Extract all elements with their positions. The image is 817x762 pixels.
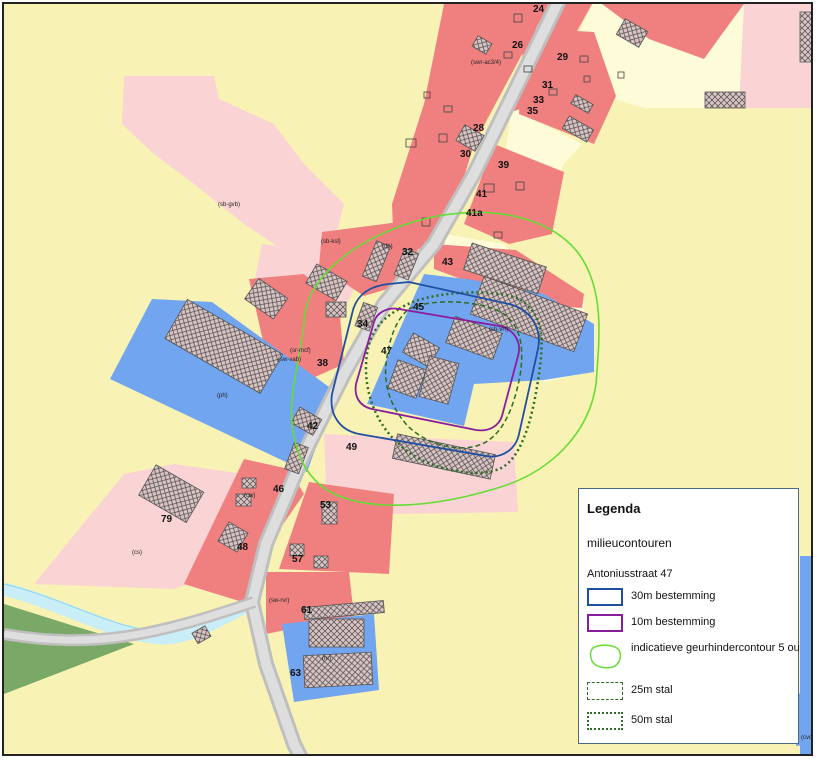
zone-code-label: (sw-rvr) <box>269 598 289 604</box>
zone-code-label: (hr) <box>322 656 331 662</box>
legend-label-odor: indicatieve geurhindercontour 5 ou <box>631 642 800 654</box>
legend-title: Legenda <box>587 501 641 516</box>
house-number-label: 57 <box>292 554 304 565</box>
house-number-label: 24 <box>533 4 545 15</box>
house-number-label: 33 <box>533 95 545 106</box>
house-number-label: 29 <box>557 52 569 63</box>
zone-code-label: (sb-vrf) <box>489 327 508 333</box>
legend-label-25m: 25m stal <box>631 684 673 696</box>
house-number-label: 31 <box>542 80 554 91</box>
zone-code-label: (cvc) <box>801 735 813 741</box>
zone-code-label: (sr-mcf) <box>290 348 311 354</box>
legend-swatch-25m <box>587 682 623 700</box>
house-number-label: 41a <box>466 208 483 219</box>
house-number-label: 39 <box>498 160 510 171</box>
house-number-label: 61 <box>301 605 313 616</box>
house-number-label: 30 <box>460 149 472 160</box>
house-number-label: 48 <box>237 542 249 553</box>
legend-swatch-30m <box>587 588 623 606</box>
house-number-label: 63 <box>290 668 302 679</box>
house-number-label: 32 <box>402 247 414 258</box>
legend-label-30m: 30m bestemming <box>631 590 716 602</box>
zone-code-label: (ph) <box>217 393 228 399</box>
legend-label-50m: 50m stal <box>631 714 673 726</box>
house-number-label: 42 <box>307 421 319 432</box>
house-number-label: 35 <box>527 106 539 117</box>
zone-code-label: (sw-vab) <box>278 357 301 363</box>
house-number-label: 41 <box>476 189 488 200</box>
house-number-label: 43 <box>442 257 454 268</box>
house-number-label: 79 <box>161 514 173 525</box>
zone-code-label: (cs) <box>132 550 142 556</box>
house-number-label: 38 <box>317 358 329 369</box>
zone-code-label: (sb-gvb) <box>218 202 240 208</box>
house-number-label: 34 <box>357 319 369 330</box>
house-number-label: 28 <box>473 123 485 134</box>
zone-code-label: (dh) <box>382 244 393 250</box>
legend-subtitle: Antoniusstraat 47 <box>587 568 673 580</box>
house-number-label: 47 <box>381 346 393 357</box>
house-number-label: 53 <box>320 500 332 511</box>
house-number-label: 46 <box>273 484 285 495</box>
zone-code-label: (swr-ac3/4) <box>471 60 501 66</box>
legend-swatch-50m <box>587 712 623 730</box>
house-number-label: 26 <box>512 40 524 51</box>
map-frame: 24 26 29 31 33 35 28 30 39 41 41a 32 43 45 34 47 38 42 49 4… <box>2 2 813 756</box>
zone-code-label: (sb-ksl) <box>321 239 341 245</box>
legend-swatch-odor <box>589 644 622 669</box>
legend-label-10m: 10m bestemming <box>631 616 716 628</box>
zone-code-label: (cw) <box>244 493 255 499</box>
house-number-label: 49 <box>346 442 358 453</box>
legend-swatch-10m <box>587 614 623 632</box>
legend-section: milieucontouren <box>587 536 672 550</box>
house-number-label: 45 <box>413 302 425 313</box>
legend-panel: Legenda milieucontouren Antoniusstraat 4… <box>578 488 800 744</box>
